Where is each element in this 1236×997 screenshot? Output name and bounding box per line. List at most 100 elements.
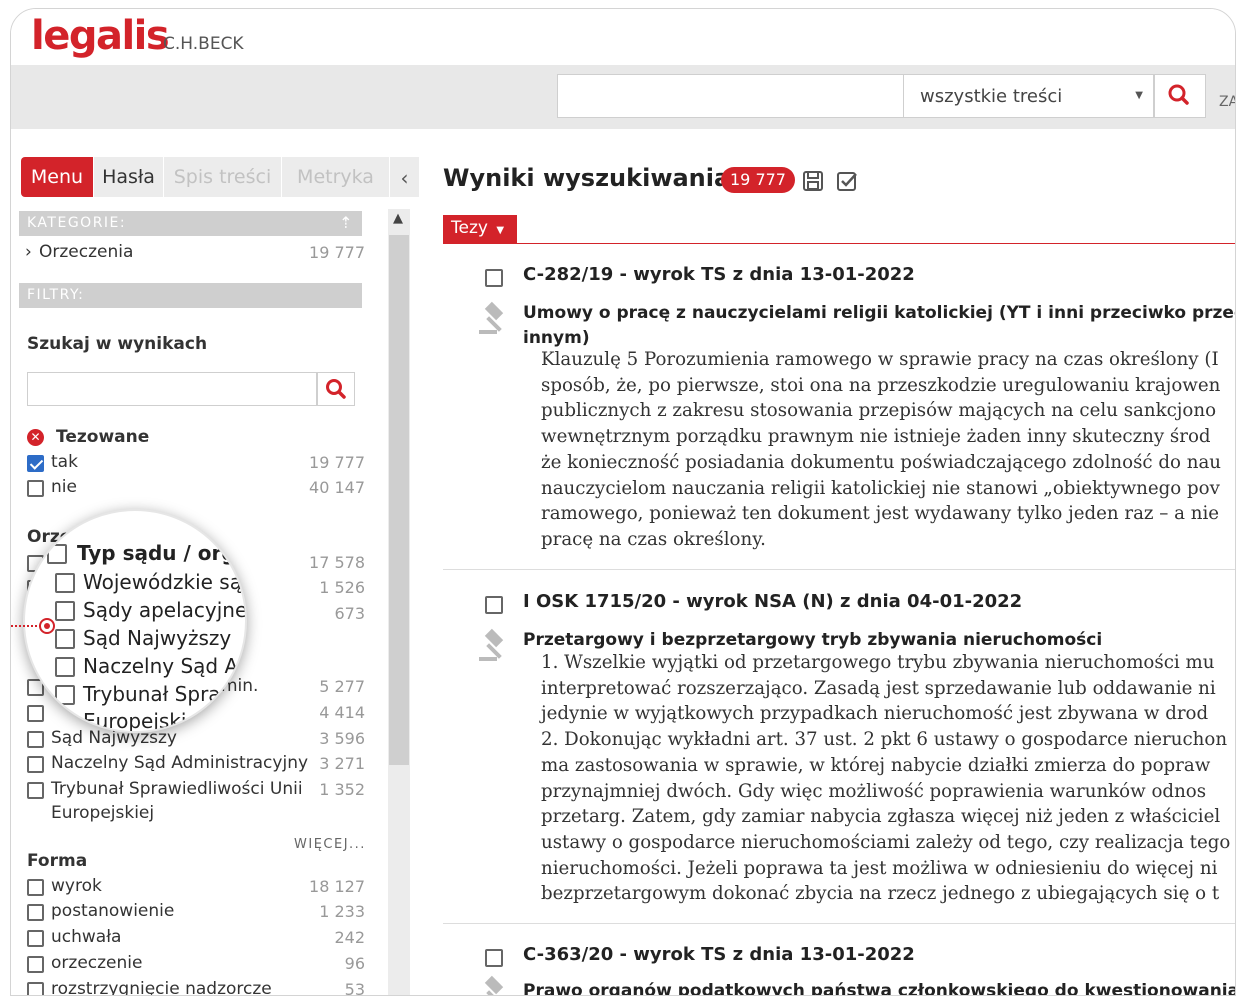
filter-count: 53 [344, 980, 365, 996]
magnifier-label: Typ sądu / organ [77, 541, 247, 565]
filter-label: uchwała [51, 927, 122, 947]
chevron-right-icon: › [25, 242, 32, 262]
tab-hasla[interactable]: Hasła [94, 157, 163, 197]
gavel-icon [479, 301, 504, 334]
checkbox[interactable] [27, 731, 44, 748]
sidebar-scroll-thumb[interactable] [389, 235, 409, 765]
result-separator [443, 569, 1235, 570]
check-all-icon[interactable] [835, 169, 859, 193]
result-checkbox[interactable] [485, 596, 503, 614]
filters-header: FILTRY: [19, 283, 362, 308]
filter-count: 17 578 [309, 553, 365, 572]
checkbox[interactable] [27, 904, 44, 921]
filter-item[interactable]: Trybunał Sprawiedliwości Unii Europejski… [25, 779, 365, 829]
gavel-icon [479, 628, 504, 661]
filter-item[interactable]: tak 19 777 [25, 452, 365, 476]
body-line: 1. Wszelkie wyjątki od przetargowego try… [541, 652, 1215, 673]
checkbox[interactable] [27, 480, 44, 497]
filter-count: 1 352 [319, 780, 365, 799]
category-item[interactable]: › Orzeczenia 19 777 [25, 242, 365, 266]
body-line: ma zastosowania w sprawie, w której naby… [541, 754, 1211, 776]
category-count: 19 777 [309, 243, 365, 262]
checkbox[interactable] [27, 782, 44, 799]
filter-item[interactable]: postanowienie 1 233 [25, 901, 365, 925]
body-line: 2. Dokonując wykładni art. 37 ust. 2 pkt… [541, 729, 1228, 751]
checkbox-checked[interactable] [27, 455, 44, 472]
body-line: Klauzulę 5 Porozumienia ramowego w spraw… [541, 349, 1219, 370]
checkbox[interactable] [55, 685, 75, 705]
body-line: nauczycielom nauczania religii katolicki… [541, 477, 1220, 499]
body-line: że konieczność posiadania dokumentu pośw… [541, 451, 1222, 473]
filter-item[interactable]: orzeczenie 96 [25, 953, 365, 977]
checkbox[interactable] [27, 956, 44, 973]
clear-filter-icon[interactable]: ✕ [27, 429, 44, 446]
magnifier-label: Wojewódzkie sądy [83, 570, 245, 594]
checkbox[interactable] [55, 629, 75, 649]
filter-item[interactable]: uchwała 242 [25, 927, 365, 951]
checkbox[interactable] [27, 756, 44, 773]
filter-count: 18 127 [309, 877, 365, 896]
header-link-cut[interactable]: ZA [1219, 94, 1235, 110]
filter-count: 1 526 [319, 578, 365, 597]
filter-label: orzeczenie [51, 953, 143, 973]
tab-spis-tresci[interactable]: Spis treści [164, 157, 281, 197]
checkbox[interactable] [55, 573, 75, 593]
scroll-up-icon[interactable]: ▲ [393, 211, 403, 226]
checkbox[interactable] [55, 657, 75, 677]
search-in-results-input[interactable] [27, 372, 317, 406]
result-title[interactable]: C-363/20 - wyrok TS z dnia 13-01-2022 [523, 944, 915, 965]
more-link[interactable]: WIĘCEJ... [294, 837, 366, 852]
result-checkbox[interactable] [485, 949, 503, 967]
result-body: 1. Wszelkie wyjątki od przetargowego try… [541, 650, 1235, 907]
result-subject[interactable]: Prawo organów podatkowych państwa członk… [523, 979, 1235, 995]
category-label: Orzeczenia [39, 242, 134, 262]
filter-count: 673 [334, 604, 365, 623]
body-line: jedynie w wyjątkowych przypadkach nieruc… [541, 703, 1209, 725]
magnifier-label: Naczelny Sąd Ad [83, 654, 247, 678]
body-line: sposób, że, po pierwsze, stoi ona na prz… [541, 374, 1221, 396]
search-in-results-heading: Szukaj w wynikach [27, 334, 208, 354]
tezowane-heading: Tezowane [56, 427, 150, 447]
filter-count: 3 596 [319, 729, 365, 748]
magnifier-label: Sądy apelacyjne [83, 598, 247, 622]
filter-item[interactable]: Naczelny Sąd Administracyjny 3 271 [25, 753, 365, 777]
collapse-sidebar-button[interactable]: ‹ [390, 157, 419, 197]
result-checkbox[interactable] [485, 269, 503, 287]
checkbox[interactable] [27, 705, 44, 722]
checkbox [47, 544, 67, 564]
checkbox[interactable] [27, 879, 44, 896]
filter-count: 40 147 [309, 478, 365, 497]
result-subject[interactable]: Umowy o pracę z nauczycielami religii ka… [523, 301, 1235, 351]
legalis-logo[interactable]: legalis [31, 13, 170, 59]
filter-item[interactable]: Sąd Najwyższy 3 596 [25, 728, 365, 752]
filter-count: 5 277 [319, 677, 365, 696]
filter-label: postanowienie [51, 901, 175, 921]
search-in-results-button[interactable] [317, 372, 355, 406]
checkbox[interactable] [27, 982, 44, 995]
tezy-filter-button[interactable]: Tezy ▼ [443, 215, 517, 243]
filter-item[interactable]: wyrok 18 127 [25, 876, 365, 900]
filter-count: 3 271 [319, 754, 365, 773]
body-line: publicznych z zakresu stosowania przepis… [541, 400, 1217, 422]
filter-item[interactable]: rozstrzygnięcie nadzorcze 53 [25, 979, 365, 996]
categories-header: KATEGORIE: ⇡ [19, 211, 362, 236]
search-input[interactable] [557, 74, 903, 118]
collapse-up-icon[interactable]: ⇡ [339, 213, 354, 232]
body-line: interpretować rozszerzająco. Zasadą jest… [541, 677, 1216, 699]
search-scope-select[interactable]: wszystkie treści ▼ [903, 74, 1154, 118]
checkbox[interactable] [27, 930, 44, 947]
tab-metryka[interactable]: Metryka [282, 157, 389, 197]
checkbox[interactable] [55, 601, 75, 621]
callout-pointer-dot [39, 618, 55, 634]
tab-menu[interactable]: Menu [21, 157, 93, 197]
forma-heading: Forma [27, 851, 88, 871]
filter-item[interactable]: nie 40 147 [25, 477, 365, 501]
filter-label: wyrok [51, 876, 102, 896]
search-button[interactable] [1154, 74, 1206, 118]
search-icon [326, 379, 346, 399]
save-icon[interactable] [801, 169, 825, 193]
filter-count: 96 [344, 954, 365, 973]
result-title[interactable]: I OSK 1715/20 - wyrok NSA (N) z dnia 04-… [523, 591, 1022, 612]
body-line: przynajmniej dwóch. Gdy więc możliwość p… [541, 780, 1207, 802]
result-title[interactable]: C-282/19 - wyrok TS z dnia 13-01-2022 [523, 264, 915, 285]
